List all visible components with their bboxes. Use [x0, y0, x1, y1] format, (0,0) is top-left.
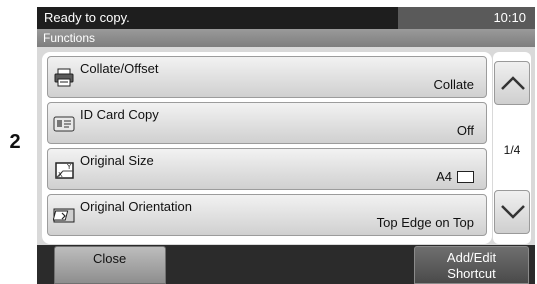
svg-text:Y: Y — [66, 163, 72, 171]
function-value: Off — [456, 123, 474, 138]
shortcut-label-line2: Shortcut — [447, 266, 496, 281]
function-row-original-orientation[interactable]: Original Orientation Top Edge on Top — [47, 194, 487, 236]
close-button[interactable]: Close — [54, 246, 166, 284]
paper-landscape-icon — [457, 170, 474, 183]
svg-text:X: X — [58, 171, 63, 179]
function-label: Collate/Offset — [80, 61, 159, 76]
panel-title: Functions — [37, 29, 535, 47]
scroll-column: 1/4 — [493, 52, 531, 244]
function-row-collate-offset[interactable]: Collate/Offset Collate — [47, 56, 487, 98]
shortcut-label-line1: Add/Edit — [446, 250, 497, 265]
function-label: Original Orientation — [80, 199, 192, 214]
bottom-bar: Close Add/Edit Shortcut — [37, 245, 535, 284]
scroll-down-button[interactable] — [494, 190, 530, 234]
function-value: Collate — [433, 77, 474, 92]
original-size-icon: Y X — [53, 160, 77, 180]
function-value: A4 — [436, 169, 474, 184]
status-bar: Ready to copy. 10:10 — [37, 7, 535, 29]
callout-number: 2 — [9, 131, 21, 153]
add-edit-shortcut-button[interactable]: Add/Edit Shortcut — [414, 246, 529, 284]
control-panel-screen: Ready to copy. 10:10 Functions Collate/O… — [37, 7, 535, 284]
function-value: Top Edge on Top — [376, 215, 474, 230]
orientation-icon — [52, 206, 77, 226]
id-card-icon — [53, 114, 77, 134]
function-row-id-card-copy[interactable]: ID Card Copy Off — [47, 102, 487, 144]
function-list: Collate/Offset Collate ID Card Copy Off — [42, 52, 492, 244]
status-time: 10:10 — [493, 10, 526, 25]
page-indicator: 1/4 — [503, 143, 521, 157]
scroll-up-button[interactable] — [494, 61, 530, 105]
function-label: Original Size — [80, 153, 154, 168]
function-label: ID Card Copy — [80, 107, 159, 122]
status-message: Ready to copy. — [37, 7, 398, 29]
function-row-original-size[interactable]: Y X Original Size A4 — [47, 148, 487, 190]
collate-icon — [53, 68, 77, 88]
